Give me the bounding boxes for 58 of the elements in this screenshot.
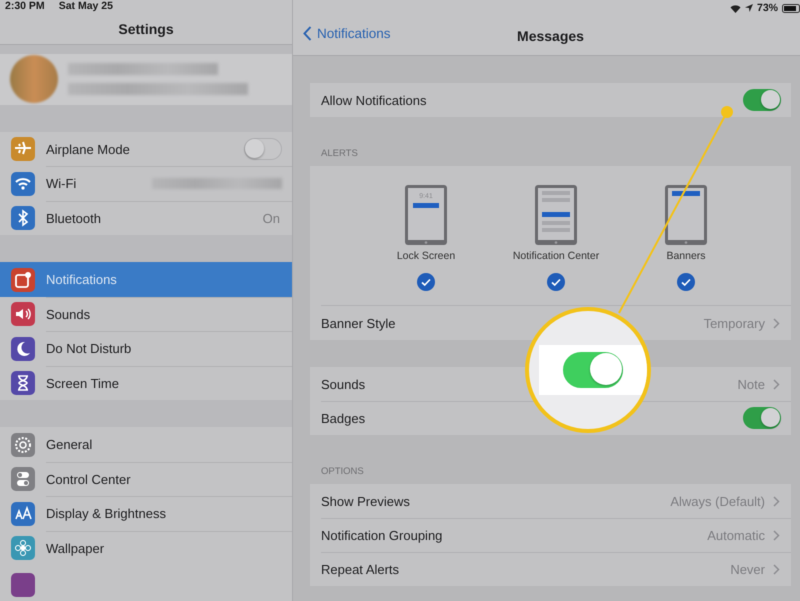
page-title: Messages (517, 28, 584, 44)
setting-row[interactable]: Notification Grouping Automatic (310, 518, 791, 552)
settings-item[interactable]: Sounds (0, 296, 292, 332)
setting-row[interactable]: Repeat Alerts Never (310, 552, 791, 586)
battery-percent: 73% (756, 2, 778, 14)
wifi-icon (730, 4, 741, 12)
toggle-switch[interactable] (244, 138, 282, 160)
notification-icon (11, 268, 35, 292)
settings-item[interactable]: Wi-Fi (0, 166, 292, 201)
setting-row[interactable]: Show Previews Always (Default) (310, 484, 791, 518)
toggle-switch[interactable] (743, 89, 781, 111)
back-chevron-icon (303, 26, 312, 41)
settings-item[interactable]: Do Not Disturb (0, 331, 292, 366)
airplane-icon (11, 137, 35, 162)
toggle-switch[interactable] (743, 407, 781, 429)
setting-row[interactable]: Banner Style Temporary (310, 306, 791, 340)
status-date: Sat May 25 (58, 0, 113, 12)
settings-item[interactable]: Airplane Mode (0, 132, 292, 166)
checkmark-icon[interactable] (547, 273, 565, 291)
moon-icon (11, 336, 35, 361)
section-header: ALERTS (320, 148, 359, 159)
settings-item[interactable]: Control Center (0, 462, 292, 496)
flower-icon (11, 536, 35, 560)
tablet-drawing (664, 184, 708, 246)
settings-item[interactable]: General (0, 427, 292, 462)
section-header: OPTIONS (320, 466, 365, 477)
chevron-icon (773, 496, 780, 506)
profile-row[interactable] (0, 54, 292, 105)
toggle-switch[interactable] (563, 352, 623, 388)
alert-style-label: Notification Center (512, 250, 600, 262)
setting-row[interactable]: Sounds Note (310, 367, 791, 401)
switches-icon (11, 467, 35, 492)
alert-style-label: Lock Screen (396, 250, 456, 262)
chevron-icon (773, 378, 780, 390)
checkmark-icon[interactable] (677, 273, 695, 291)
app-icon (11, 573, 35, 598)
settings-item[interactable]: Screen Time (0, 366, 292, 400)
gear-icon (11, 432, 35, 457)
tablet-drawing (534, 184, 578, 246)
hourglass-icon (11, 371, 35, 396)
bluetooth-icon (11, 206, 35, 230)
sidebar-title: Settings (118, 20, 174, 37)
checkmark-icon[interactable] (417, 273, 435, 291)
settings-item[interactable]: Bluetooth On (0, 200, 292, 236)
settings-item[interactable]: Wallpaper (0, 530, 292, 566)
location-arrow-icon (744, 4, 753, 12)
wifi-icon (11, 172, 35, 196)
status-time: 2:30 PM (5, 0, 45, 12)
battery-icon (782, 4, 800, 12)
setting-row[interactable]: Allow Notifications (310, 83, 791, 117)
text-size-icon (11, 502, 35, 526)
alert-style-label: Banners (666, 250, 706, 262)
chevron-icon (773, 318, 780, 328)
chevron-icon (773, 530, 780, 540)
chevron-icon (773, 564, 780, 574)
settings-item[interactable]: Display & Brightness (0, 496, 292, 531)
speaker-icon (11, 302, 35, 326)
blurred-avatar (10, 55, 58, 104)
